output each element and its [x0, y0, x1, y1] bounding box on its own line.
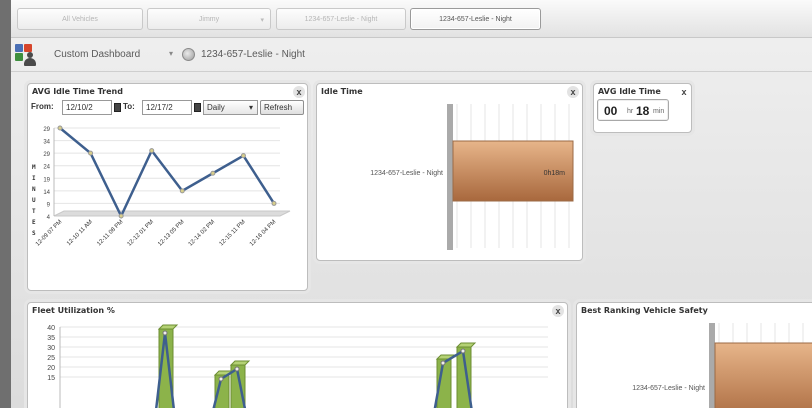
- x-tick-label: 12-10 11 AM: [66, 219, 94, 247]
- data-point: [179, 188, 185, 194]
- dashboard-page: All Vehicles Jimmy ▾ 1234-657-Leslie - N…: [11, 0, 812, 408]
- x-tick-label: 12-15 11 PM: [219, 219, 247, 247]
- idle-trend-panel: AVG Idle Time Trend x From: 12/10/2 To: …: [27, 83, 308, 291]
- chevron-down-icon: ▾: [260, 17, 264, 24]
- data-point: [149, 148, 155, 154]
- avg-idle-display: 00 hr 18 min: [597, 99, 669, 121]
- data-point: [118, 213, 124, 219]
- idle-trend-chart: 2934292419149412-09 07 PM 12-10 11 AM 12-1…: [35, 125, 291, 248]
- hours-value: 00: [604, 104, 618, 118]
- y-tick-label: 9: [47, 202, 51, 208]
- category-label: 1234-657-Leslie - Night: [370, 170, 443, 177]
- active-vehicle-button[interactable]: 1234-657-Leslie - Night: [410, 8, 541, 30]
- data-point: [88, 150, 94, 156]
- safety-panel: Best Ranking Vehicle Safety 1234-657-Les…: [576, 302, 812, 408]
- minutes-unit: min: [653, 108, 665, 115]
- series-line: [59, 127, 276, 219]
- data-point: [210, 170, 216, 176]
- close-icon[interactable]: x: [678, 86, 690, 98]
- bar-top: [157, 324, 179, 330]
- y-tick-label: 35: [47, 335, 55, 342]
- data-point: [218, 376, 224, 382]
- data-point: [240, 153, 246, 159]
- bar: [714, 342, 812, 408]
- dashboard-header: Custom Dashboard ▾ 1234-657-Leslie - Nig…: [11, 40, 812, 70]
- fleet-chart: 40 35 30 25 20 15: [47, 324, 548, 408]
- y-axis-wall: [447, 104, 453, 250]
- x-tick-label: 12-16 04 PM: [249, 219, 278, 248]
- data-point: [162, 330, 168, 336]
- panel-title: AVG Idle Time: [598, 87, 661, 96]
- y-tick-label: 30: [47, 345, 55, 352]
- close-icon[interactable]: x: [293, 86, 305, 98]
- interval-select-label: Daily: [207, 103, 225, 112]
- vehicle-dropdown-label: 1234-657-Leslie - Night: [304, 15, 378, 23]
- y-tick-label: 29: [43, 152, 50, 158]
- bar-top: [455, 342, 477, 348]
- panel-title: AVG Idle Time Trend: [32, 87, 123, 96]
- panel-title: Fleet Utilization %: [32, 306, 115, 315]
- y-axis-wall: [709, 323, 715, 408]
- to-date-input[interactable]: 12/17/2: [142, 100, 192, 115]
- from-label: From:: [31, 102, 54, 111]
- dashboard-title[interactable]: Custom Dashboard: [54, 49, 140, 60]
- refresh-button[interactable]: Refresh: [260, 100, 304, 115]
- left-edge-bar: [0, 0, 11, 408]
- group-dropdown-label: Jimmy: [198, 15, 220, 23]
- chevron-down-icon: ▾: [248, 103, 253, 112]
- data-label: 0h18m: [544, 170, 566, 177]
- y-tick-label: 19: [43, 177, 50, 183]
- x-tick-label: 12-11 08 PM: [96, 219, 124, 247]
- vehicle-dropdown[interactable]: 1234-657-Leslie - Night: [276, 8, 406, 30]
- data-point: [271, 200, 277, 206]
- calendar-icon[interactable]: [194, 103, 201, 112]
- top-toolbar: All Vehicles Jimmy ▾ 1234-657-Leslie - N…: [11, 0, 812, 38]
- y-tick-label: 14: [43, 190, 50, 196]
- idle-time-chart: 1234-657-Leslie - Night 0h18m: [370, 104, 574, 250]
- data-point: [460, 348, 466, 354]
- y-tick-label: 15: [47, 375, 55, 382]
- from-date-input[interactable]: 12/10/2: [62, 100, 112, 115]
- divider: [11, 71, 812, 72]
- x-tick-label: 12-12 01 PM: [127, 219, 156, 248]
- vehicle-title: 1234-657-Leslie - Night: [201, 49, 305, 60]
- y-tick-label: 34: [43, 140, 50, 146]
- category-label: 1234-657-Leslie - Night: [632, 385, 705, 392]
- avg-idle-panel: AVG Idle Time x 00 hr 18 min: [593, 83, 692, 133]
- dashboard-icon: [15, 44, 37, 66]
- x-tick-label: 12-09 07 PM: [35, 219, 64, 248]
- data-point: [57, 125, 63, 131]
- y-tick-label: 20: [47, 365, 55, 372]
- data-point: [440, 360, 446, 366]
- x-tick-label: 12-13 05 PM: [157, 219, 186, 248]
- to-label: To:: [123, 102, 135, 111]
- y-tick-label: 40: [47, 325, 55, 332]
- y-tick-label: 25: [47, 355, 55, 362]
- close-icon[interactable]: x: [567, 86, 579, 98]
- chevron-down-icon[interactable]: ▾: [169, 49, 173, 58]
- idle-time-panel: Idle Time x 1234-657-Leslie - Night 0h18m: [316, 83, 583, 261]
- minutes-value: 18: [636, 104, 650, 118]
- y-tick-label: 4: [47, 215, 51, 221]
- chart-floor: [53, 210, 291, 217]
- all-vehicles-button[interactable]: All Vehicles: [17, 8, 143, 30]
- group-dropdown[interactable]: Jimmy ▾: [147, 8, 271, 30]
- y-tick-label: 24: [43, 165, 50, 171]
- hours-unit: hr: [627, 108, 634, 115]
- x-tick-label: 12-14 02 PM: [188, 219, 217, 248]
- calendar-icon[interactable]: [114, 103, 121, 112]
- y-tick-label: 29: [43, 127, 50, 133]
- panel-title: Idle Time: [321, 87, 363, 96]
- interval-select[interactable]: Daily ▾: [203, 100, 258, 115]
- safety-chart: 1234-657-Leslie - Night: [632, 323, 812, 408]
- close-icon[interactable]: x: [552, 305, 564, 317]
- data-point: [234, 366, 240, 372]
- bar-top: [229, 360, 251, 366]
- panel-title: Best Ranking Vehicle Safety: [581, 306, 708, 315]
- fleet-utilization-panel: Fleet Utilization % x 40 35 30 25 20 15: [27, 302, 568, 408]
- vehicle-icon: [182, 48, 195, 61]
